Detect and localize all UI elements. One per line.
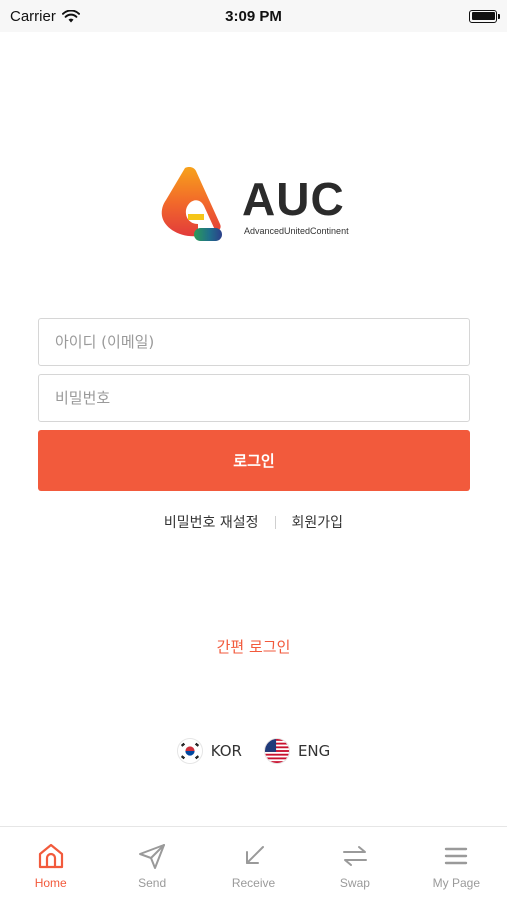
tab-label-receive: Receive: [231, 876, 276, 890]
tab-swap[interactable]: Swap: [304, 827, 405, 900]
wifi-icon: [61, 9, 80, 22]
tab-label-home: Home: [34, 876, 67, 890]
login-button[interactable]: 로그인: [38, 430, 470, 491]
language-label-eng: ENG: [297, 742, 331, 760]
tab-label-my-page: My Page: [432, 876, 480, 890]
swap-icon: [342, 846, 367, 866]
usa-flag-icon: [263, 738, 290, 764]
email-field[interactable]: [38, 318, 470, 366]
home-icon: [38, 843, 63, 869]
korea-flag-icon: [176, 738, 203, 764]
send-icon: [139, 844, 166, 869]
bottom-tab-bar: Home Send Receive Swap My Page: [0, 826, 507, 900]
receive-icon: [245, 846, 264, 864]
tab-send[interactable]: Send: [101, 827, 202, 900]
link-divider: [274, 515, 276, 529]
tab-receive[interactable]: Receive: [203, 827, 304, 900]
password-field[interactable]: [38, 374, 470, 422]
language-label-kor: KOR: [210, 742, 242, 760]
auc-logo-mark-icon: [161, 167, 222, 241]
account-links: 비밀번호 재설정 회원가입: [0, 512, 507, 532]
tab-label-send: Send: [138, 876, 167, 890]
tab-home[interactable]: Home: [0, 827, 101, 900]
tab-label-swap: Swap: [339, 876, 370, 890]
logo-tagline: AdvancedUnitedContinent: [244, 226, 349, 236]
status-bar: Carrier 3:09 PM: [0, 0, 507, 32]
simple-login-link[interactable]: 간편 로그인: [0, 636, 507, 657]
language-option-eng[interactable]: ENG: [263, 738, 331, 764]
carrier-label: Carrier: [10, 7, 56, 25]
reset-password-link[interactable]: 비밀번호 재설정: [164, 512, 259, 532]
tab-my-page[interactable]: My Page: [406, 827, 507, 900]
battery-icon: [469, 9, 500, 23]
status-left: Carrier: [10, 8, 80, 25]
language-selector: KOR ENG: [0, 738, 507, 764]
menu-icon: [445, 847, 468, 865]
sign-up-link[interactable]: 회원가입: [292, 512, 344, 532]
auc-logo: AUC AdvancedUnitedContinent: [158, 166, 358, 248]
language-option-kor[interactable]: KOR: [176, 738, 242, 764]
logo-wordmark: AUC: [242, 173, 345, 225]
